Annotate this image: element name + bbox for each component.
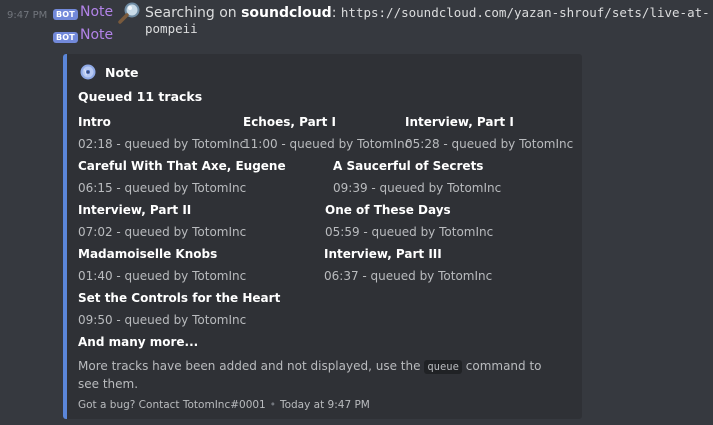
track-name: Careful With That Axe, Eugene [78,159,286,173]
track-name: Echoes, Part I [243,115,336,129]
queue-code: queue [424,360,462,374]
search-source: soundcloud [241,5,332,21]
track-info: 07:02 - queued by TotomInc [78,225,247,239]
footer-text: Got a bug? Contact TotomInc#0001 [78,399,266,411]
track-name: One of These Days [325,203,451,217]
track-name: Set the Controls for the Heart [78,291,281,305]
embed-footer: Got a bug? Contact TotomInc#0001 • Today a… [78,399,370,411]
track-info: 09:50 - queued by TotomInc [78,313,247,327]
track-name: Interview, Part III [324,247,442,261]
track-info: 02:18 - queued by TotomInc [78,137,247,151]
more-text: More tracks have been added and not disp… [78,358,558,393]
track-info: 05:59 - queued by TotomInc [325,225,494,239]
more-text-before: More tracks have been added and not disp… [78,359,421,373]
track-name: Interview, Part I [405,115,514,129]
search-prefix: Searching on [145,5,237,21]
track-info: 06:15 - queued by TotomInc [78,181,247,195]
track-info: 11:00 - queued by TotomInc [243,137,412,151]
track-name: Interview, Part II [78,203,192,217]
message-text: Searching on soundcloud: https://soundcl… [145,5,713,37]
magnifier-icon [118,2,142,28]
track-name: Madamoiselle Knobs [78,247,218,261]
username[interactable]: Note [80,4,113,20]
bot-badge: BOT [53,32,78,43]
footer-separator: • [269,399,276,411]
username[interactable]: Note [80,27,113,43]
track-info: 01:40 - queued by TotomInc [78,269,247,283]
message-timestamp: 9:47 PM [7,10,48,21]
embed-accent-bar [63,54,67,419]
footer-timestamp: Today at 9:47 PM [279,399,370,411]
colon: : [331,5,337,21]
track-name: Intro [78,115,111,129]
track-info: 09:39 - queued by TotomInc [333,181,502,195]
embed-author[interactable]: Note [105,65,139,80]
track-info: 06:37 - queued by TotomInc [324,269,493,283]
track-info: 05:28 - queued by TotomInc [405,137,574,151]
embed-title: Queued 11 tracks [78,89,203,104]
disc-icon [80,64,96,84]
more-title: And many more... [78,335,199,349]
track-name: A Saucerful of Secrets [333,159,484,173]
bot-badge: BOT [53,9,78,20]
embed-card: Note Queued 11 tracks Intro 02:18 - queu… [63,54,582,419]
